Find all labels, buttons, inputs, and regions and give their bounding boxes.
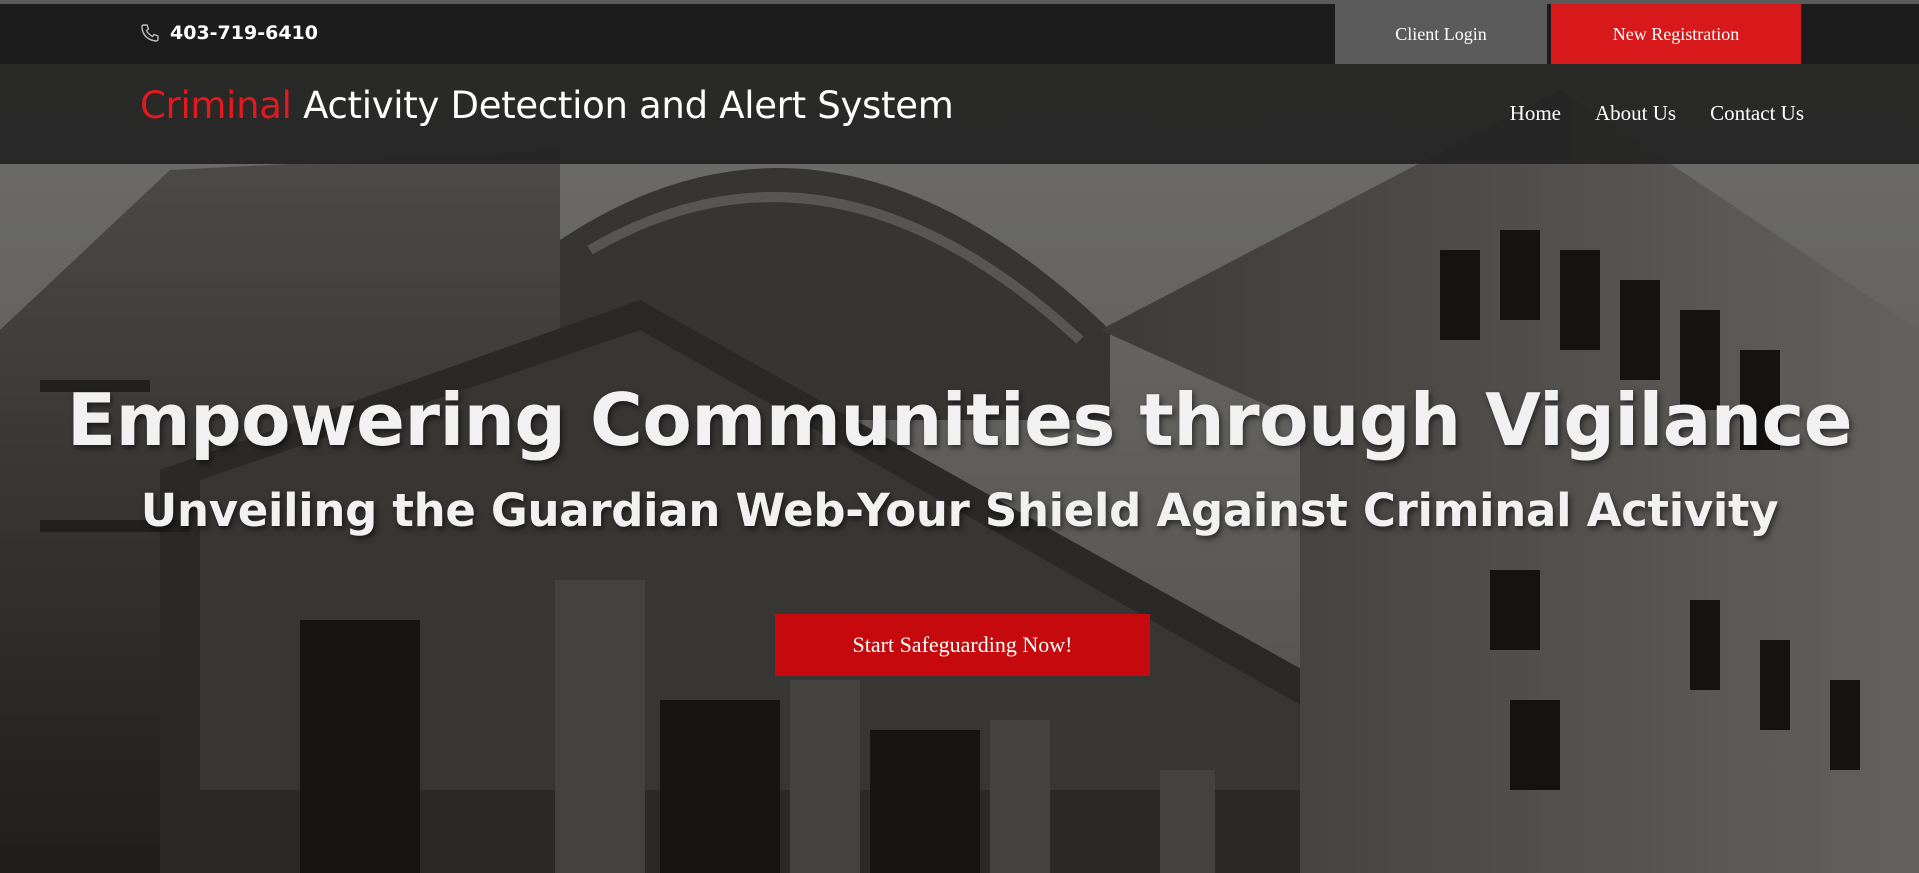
new-registration-button[interactable]: New Registration — [1551, 4, 1801, 64]
client-login-button[interactable]: Client Login — [1335, 4, 1547, 64]
phone-icon — [140, 23, 160, 43]
top-bar: 403-719-6410 Client Login New Registrati… — [0, 0, 1919, 64]
nav-links: Home About Us Contact Us — [1510, 101, 1804, 126]
nav-link-contact-us[interactable]: Contact Us — [1710, 101, 1804, 126]
phone-contact[interactable]: 403-719-6410 — [140, 22, 318, 44]
brand-rest: Activity Detection and Alert System — [291, 84, 954, 127]
site-brand[interactable]: Criminal Activity Detection and Alert Sy… — [140, 84, 954, 127]
nav-link-about-us[interactable]: About Us — [1595, 101, 1676, 126]
phone-number: 403-719-6410 — [170, 22, 318, 44]
hero-title: Empowering Communities through Vigilance — [66, 378, 1853, 462]
nav-link-home[interactable]: Home — [1510, 101, 1561, 126]
main-navbar: Criminal Activity Detection and Alert Sy… — [0, 64, 1919, 164]
hero-subtitle: Unveiling the Guardian Web-Your Shield A… — [140, 484, 1779, 537]
brand-accent-word: Criminal — [140, 84, 292, 127]
start-safeguarding-button[interactable]: Start Safeguarding Now! — [775, 614, 1150, 676]
